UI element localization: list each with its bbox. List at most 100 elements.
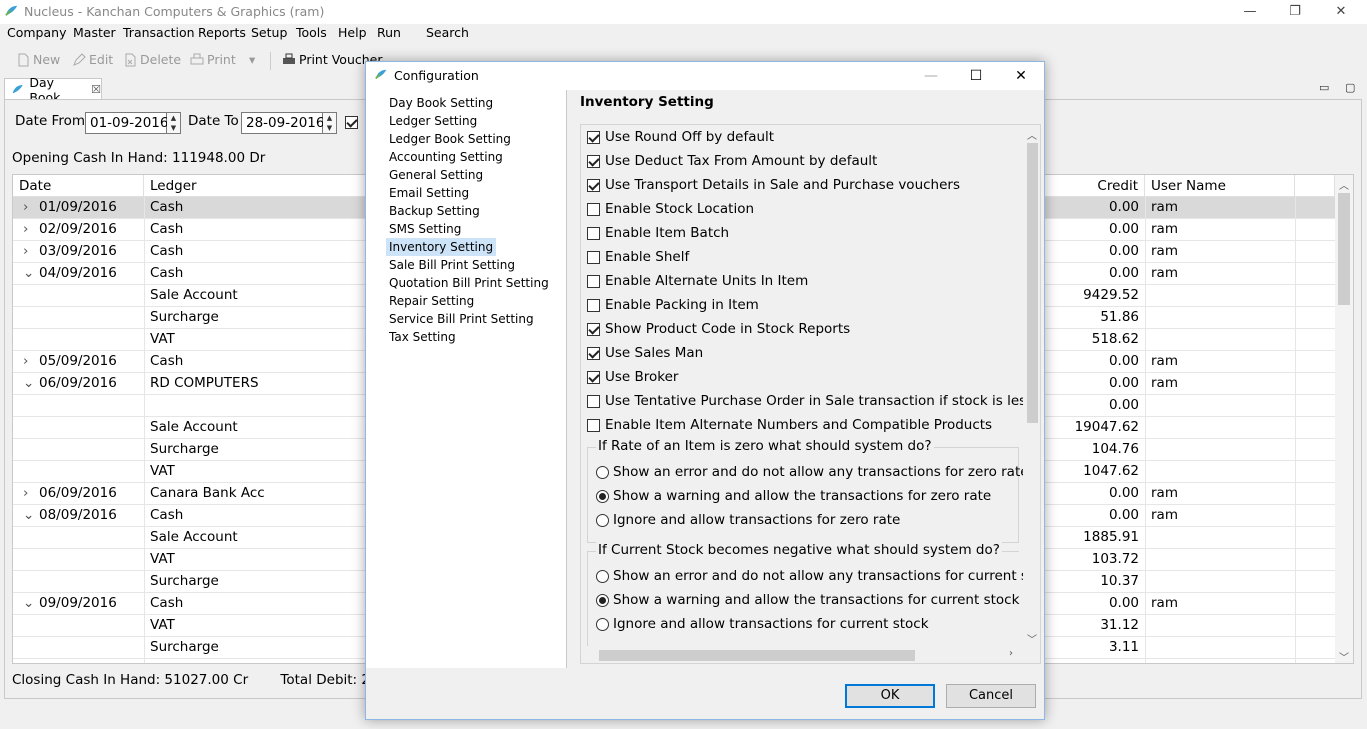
options-scroll-up-icon[interactable]: ︿ <box>1027 127 1037 142</box>
checkbox-icon[interactable] <box>587 394 600 408</box>
nav-item-email-setting[interactable]: Email Setting <box>386 184 472 202</box>
column-header-date[interactable]: Date <box>13 175 144 197</box>
nav-item-day-book-setting[interactable]: Day Book Setting <box>386 94 496 112</box>
panel-minimize-icon[interactable]: ▭ <box>1319 81 1329 94</box>
scroll-down-icon[interactable]: ﹀ <box>1339 649 1349 663</box>
section-title: Inventory Setting <box>580 94 714 110</box>
options-hscroll-thumb[interactable] <box>599 650 915 661</box>
checkbox-icon[interactable] <box>587 418 600 432</box>
nav-item-quotation-bill-print-setting[interactable]: Quotation Bill Print Setting <box>386 274 552 292</box>
checkbox-icon[interactable] <box>587 370 600 384</box>
minimize-icon[interactable]: — <box>1240 2 1260 22</box>
inventory-options-pane[interactable]: Use Round Off by default Use Deduct Tax F… <box>580 124 1041 664</box>
option-checkbox[interactable]: Enable Stock Location <box>587 199 754 219</box>
options-scroll-thumb[interactable] <box>1027 143 1038 423</box>
print-dropdown-icon[interactable]: ▾ <box>249 52 255 67</box>
nav-item-ledger-book-setting[interactable]: Ledger Book Setting <box>386 130 514 148</box>
panel-maximize-icon[interactable]: ▢ <box>1345 81 1355 94</box>
checkbox-icon[interactable] <box>587 274 600 288</box>
nav-item-repair-setting[interactable]: Repair Setting <box>386 292 477 310</box>
grid-scroll-thumb[interactable] <box>1338 193 1350 305</box>
dialog-minimize-icon[interactable]: — <box>920 66 942 86</box>
grid-vertical-scrollbar[interactable]: ︿ ﹀ <box>1335 175 1353 663</box>
checkbox-icon[interactable] <box>587 250 600 264</box>
checkbox-icon[interactable] <box>587 346 600 360</box>
option-checkbox[interactable]: Use Round Off by default <box>587 127 774 147</box>
new-button[interactable]: New <box>16 52 60 67</box>
checkbox-icon[interactable] <box>587 322 600 336</box>
options-scroll-right-icon[interactable]: › <box>1009 648 1013 659</box>
option-radio[interactable]: Show a warning and allow the transaction… <box>596 590 1019 610</box>
checkbox-icon[interactable] <box>587 226 600 240</box>
dialog-maximize-icon[interactable]: ☐ <box>965 66 987 86</box>
option-checkbox[interactable]: Use Sales Man <box>587 343 703 363</box>
column-header-user[interactable]: User Name <box>1145 175 1295 197</box>
option-radio[interactable]: Show a warning and allow the transaction… <box>596 486 991 506</box>
tab-day-book[interactable]: Day Book ☒ <box>4 75 102 105</box>
radio-icon[interactable] <box>596 593 609 607</box>
tab-close-icon[interactable]: ☒ <box>91 83 101 96</box>
nav-item-sms-setting[interactable]: SMS Setting <box>386 220 464 238</box>
checkbox-icon[interactable] <box>587 298 600 312</box>
nav-item-service-bill-print-setting[interactable]: Service Bill Print Setting <box>386 310 537 328</box>
nav-item-inventory-setting[interactable]: Inventory Setting <box>386 238 497 256</box>
print-button[interactable]: Print <box>190 52 236 67</box>
menu-tools[interactable]: Tools <box>296 25 327 40</box>
date-to-field[interactable]: 28-09-2016 <box>241 112 324 134</box>
edit-button[interactable]: Edit <box>72 52 113 67</box>
nav-item-sale-bill-print-setting[interactable]: Sale Bill Print Setting <box>386 256 518 274</box>
menu-transaction[interactable]: Transaction <box>123 25 195 40</box>
options-horizontal-scrollbar[interactable]: › <box>581 646 1025 663</box>
checkbox-icon[interactable] <box>587 178 600 192</box>
option-checkbox[interactable]: Use Deduct Tax From Amount by default <box>587 151 877 171</box>
date-from-field[interactable]: 01-09-2016 <box>85 112 168 134</box>
option-radio[interactable]: Show an error and do not allow any trans… <box>596 462 1029 482</box>
radio-icon[interactable] <box>596 465 609 479</box>
filter-checkbox[interactable] <box>345 116 358 133</box>
radio-icon[interactable] <box>596 513 609 527</box>
option-checkbox[interactable]: Show Product Code in Stock Reports <box>587 319 850 339</box>
nav-item-ledger-setting[interactable]: Ledger Setting <box>386 112 480 130</box>
checkbox-icon[interactable] <box>587 154 600 168</box>
option-radio[interactable]: Ignore and allow transactions for zero r… <box>596 510 900 530</box>
option-radio[interactable]: Show an error and do not allow any trans… <box>596 566 1040 586</box>
restore-icon[interactable]: ❐ <box>1285 2 1305 22</box>
close-icon[interactable]: ✕ <box>1331 2 1351 22</box>
nav-item-tax-setting[interactable]: Tax Setting <box>386 328 459 346</box>
delete-button[interactable]: Delete <box>123 52 181 67</box>
nav-item-accounting-setting[interactable]: Accounting Setting <box>386 148 506 166</box>
menu-company[interactable]: Company <box>7 25 66 40</box>
option-checkbox[interactable]: Enable Shelf <box>587 247 689 267</box>
cancel-button[interactable]: Cancel <box>946 684 1036 708</box>
scroll-up-icon[interactable]: ︿ <box>1339 177 1349 192</box>
column-header-credit[interactable]: Credit <box>1044 175 1145 197</box>
cell-date: 04/09/2016 <box>39 265 117 281</box>
option-checkbox[interactable]: Enable Item Alternate Numbers and Compat… <box>587 415 992 435</box>
radio-icon[interactable] <box>596 489 609 503</box>
date-to-spinner[interactable]: ▲ ▼ <box>323 112 337 134</box>
menu-reports[interactable]: Reports <box>198 25 246 40</box>
date-from-spinner[interactable]: ▲ ▼ <box>167 112 181 134</box>
menu-setup[interactable]: Setup <box>251 25 287 40</box>
menu-master[interactable]: Master <box>73 25 116 40</box>
options-vertical-scrollbar[interactable]: ︿ ﹀ <box>1023 125 1040 647</box>
menu-run[interactable]: Run <box>377 25 401 40</box>
menu-help[interactable]: Help <box>338 25 367 40</box>
option-radio[interactable]: Ignore and allow transactions for curren… <box>596 614 929 634</box>
menu-search[interactable]: Search <box>426 25 469 40</box>
checkbox-icon[interactable] <box>587 130 600 144</box>
dialog-close-icon[interactable]: ✕ <box>1010 66 1032 86</box>
option-checkbox[interactable]: Enable Packing in Item <box>587 295 759 315</box>
option-checkbox[interactable]: Enable Item Batch <box>587 223 729 243</box>
nav-item-backup-setting[interactable]: Backup Setting <box>386 202 483 220</box>
radio-icon[interactable] <box>596 569 609 583</box>
radio-icon[interactable] <box>596 617 609 631</box>
option-checkbox[interactable]: Enable Alternate Units In Item <box>587 271 808 291</box>
checkbox-icon[interactable] <box>587 202 600 216</box>
option-checkbox[interactable]: Use Tentative Purchase Order in Sale tra… <box>587 391 1040 411</box>
option-checkbox[interactable]: Use Broker <box>587 367 678 387</box>
ok-button[interactable]: OK <box>845 684 935 708</box>
options-scroll-down-icon[interactable]: ﹀ <box>1027 631 1037 646</box>
option-checkbox[interactable]: Use Transport Details in Sale and Purcha… <box>587 175 960 195</box>
nav-item-general-setting[interactable]: General Setting <box>386 166 486 184</box>
